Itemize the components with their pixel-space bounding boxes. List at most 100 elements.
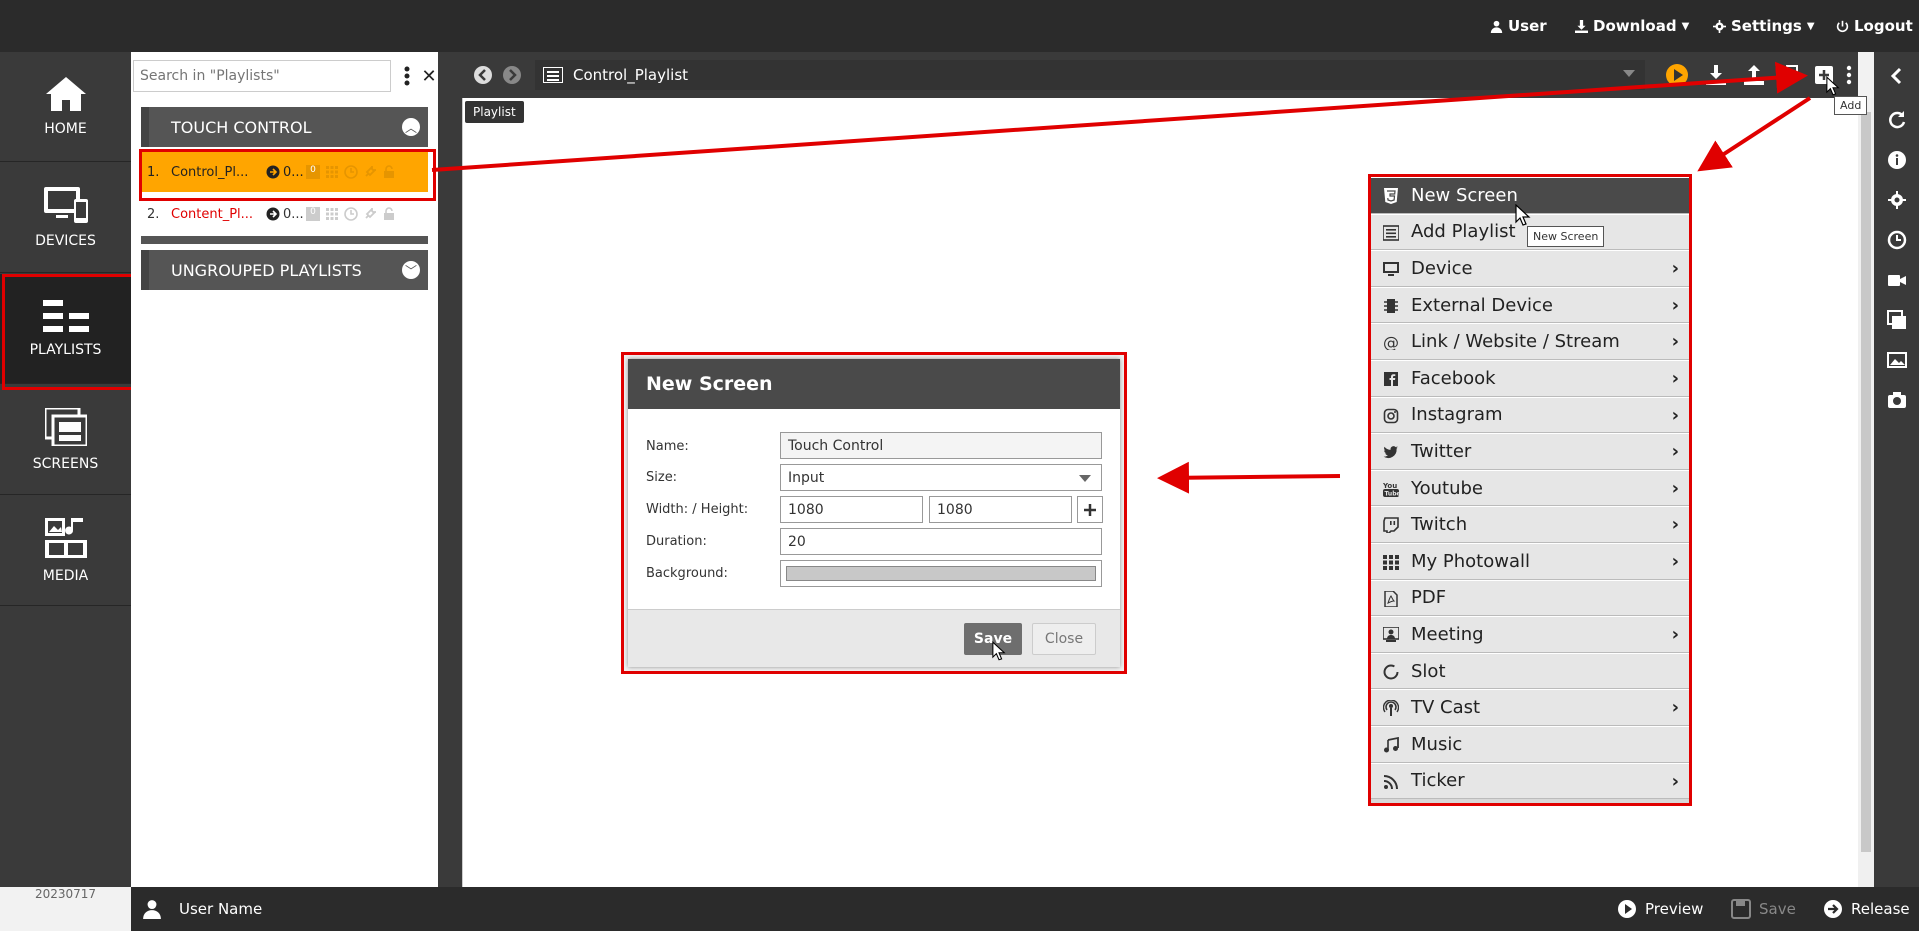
width-field[interactable]: 1080 bbox=[780, 496, 923, 523]
background-color-picker[interactable] bbox=[780, 560, 1102, 587]
save-button[interactable]: Save bbox=[1731, 887, 1796, 931]
search-options-icon[interactable] bbox=[396, 60, 418, 92]
unlock-icon[interactable] bbox=[382, 165, 396, 179]
logout-button[interactable]: Logout bbox=[1836, 0, 1913, 52]
menu-item-device[interactable]: Device › bbox=[1371, 250, 1689, 287]
chevron-right-icon: › bbox=[1671, 624, 1679, 646]
menu-item-facebook[interactable]: Facebook › bbox=[1371, 359, 1689, 397]
home-icon bbox=[45, 76, 86, 111]
menu-item-my-photowall[interactable]: My Photowall › bbox=[1371, 542, 1689, 580]
playlist-row[interactable]: 1. Control_Pl... 0... 0 bbox=[139, 149, 436, 201]
search-clear-icon[interactable]: ✕ bbox=[419, 60, 439, 92]
plug-icon[interactable] bbox=[363, 207, 377, 221]
release-button[interactable]: Release bbox=[1823, 887, 1910, 931]
chevron-down-icon[interactable]: ﹀ bbox=[402, 261, 420, 279]
nav-home[interactable]: HOME bbox=[0, 52, 131, 162]
scrollbar-thumb[interactable] bbox=[1861, 112, 1871, 852]
height-field[interactable]: 1080 bbox=[929, 496, 1072, 523]
editor-scrollbar[interactable] bbox=[1858, 98, 1874, 887]
caret-down-icon bbox=[1623, 70, 1635, 77]
top-bar: User Download ▼ Settings ▼ Logout bbox=[0, 0, 1919, 52]
import-button[interactable] bbox=[1702, 60, 1730, 90]
back-button[interactable] bbox=[469, 60, 497, 90]
menu-item-music[interactable]: Music bbox=[1371, 725, 1689, 763]
preview-button[interactable]: Preview bbox=[1617, 887, 1703, 931]
list-icon bbox=[1383, 224, 1399, 241]
menu-item-twitch[interactable]: Twitch › bbox=[1371, 506, 1689, 543]
caret-down-icon bbox=[1079, 475, 1091, 482]
menu-item-youtube[interactable]: You Tube Youtube › bbox=[1371, 469, 1689, 507]
image-icon[interactable] bbox=[1887, 350, 1907, 370]
background-color-swatch bbox=[786, 566, 1096, 581]
count-badge: 0 bbox=[306, 207, 320, 221]
youtube-icon: YouTube bbox=[1383, 482, 1399, 497]
nav-playlists[interactable]: PLAYLISTS bbox=[0, 274, 135, 390]
group-touch-control[interactable]: TOUCH CONTROL ︿ bbox=[141, 107, 428, 147]
menu-item-slot[interactable]: Slot bbox=[1371, 652, 1689, 690]
refresh-icon[interactable] bbox=[1887, 110, 1907, 130]
settings-menu[interactable]: Settings ▼ bbox=[1713, 0, 1815, 52]
menu-item-tv-cast[interactable]: TV Cast › bbox=[1371, 689, 1689, 726]
count-badge: 0 bbox=[306, 165, 320, 179]
name-field[interactable]: Touch Control bbox=[780, 432, 1102, 459]
menu-item-label: External Device bbox=[1411, 294, 1553, 316]
nav-screens[interactable]: SCREENS bbox=[0, 385, 131, 495]
chip-icon bbox=[1384, 298, 1398, 313]
gear-icon[interactable] bbox=[1887, 190, 1907, 210]
video-icon[interactable] bbox=[1887, 270, 1907, 290]
menu-item-label: Music bbox=[1411, 733, 1463, 755]
menu-item-instagram[interactable]: Instagram › bbox=[1371, 396, 1689, 434]
clock-icon[interactable] bbox=[1887, 230, 1907, 250]
playlist-search-input[interactable] bbox=[133, 60, 391, 92]
caret-down-icon: ▼ bbox=[1681, 20, 1690, 32]
menu-item-ticker[interactable]: Ticker › bbox=[1371, 762, 1689, 800]
add-size-button[interactable] bbox=[1077, 496, 1103, 523]
gear-icon bbox=[1713, 19, 1726, 33]
more-options-icon[interactable] bbox=[1841, 60, 1857, 90]
clock-icon[interactable] bbox=[344, 207, 358, 221]
bottom-bar: User Name Preview Save Release bbox=[131, 887, 1919, 931]
chevron-up-icon[interactable]: ︿ bbox=[402, 118, 420, 136]
info-icon[interactable] bbox=[1887, 150, 1907, 170]
row-name: Control_Pl... bbox=[171, 164, 249, 180]
slot-icon bbox=[1383, 664, 1399, 680]
forward-button[interactable] bbox=[498, 60, 526, 90]
instagram-icon bbox=[1383, 408, 1399, 423]
download-menu[interactable]: Download ▼ bbox=[1575, 0, 1689, 52]
group-title: TOUCH CONTROL bbox=[171, 117, 312, 137]
nav-media-label: MEDIA bbox=[42, 567, 89, 584]
chevron-right-icon: › bbox=[1671, 404, 1679, 426]
dialog-close-button[interactable]: Close bbox=[1032, 623, 1096, 655]
menu-item-twitter[interactable]: Twitter › bbox=[1371, 433, 1689, 470]
menu-item-label: Youtube bbox=[1411, 477, 1483, 499]
unlock-icon[interactable] bbox=[382, 207, 396, 221]
duration-label: Duration: bbox=[646, 534, 707, 549]
chevron-right-icon: › bbox=[1671, 441, 1679, 463]
chevron-right-icon: › bbox=[1671, 697, 1679, 719]
nav-devices[interactable]: DEVICES bbox=[0, 163, 131, 273]
menu-item-meeting[interactable]: Meeting › bbox=[1371, 616, 1689, 653]
size-select[interactable]: Input bbox=[780, 464, 1102, 491]
menu-item-pdf[interactable]: PDF bbox=[1371, 579, 1689, 617]
menu-item-external-device[interactable]: External Device › bbox=[1371, 286, 1689, 324]
menu-item-label: Device bbox=[1411, 257, 1473, 279]
grid-icon[interactable] bbox=[325, 165, 339, 179]
copy-button[interactable] bbox=[1776, 60, 1804, 90]
play-circle-icon bbox=[1666, 64, 1688, 86]
duration-field[interactable]: 20 bbox=[780, 528, 1102, 555]
group-ungrouped-playlists[interactable]: UNGROUPED PLAYLISTS ﹀ bbox=[141, 250, 428, 290]
screens-icon[interactable] bbox=[1887, 310, 1907, 330]
plug-icon[interactable] bbox=[363, 165, 377, 179]
clock-icon[interactable] bbox=[344, 165, 358, 179]
user-menu[interactable]: User bbox=[1490, 0, 1547, 52]
playlist-row[interactable]: 2. Content_Pl... 0... 0 bbox=[141, 194, 428, 234]
menu-item-label: Meeting bbox=[1411, 623, 1484, 645]
camera-icon[interactable] bbox=[1887, 390, 1907, 410]
export-button[interactable] bbox=[1740, 60, 1768, 90]
nav-media[interactable]: MEDIA bbox=[0, 496, 131, 606]
playlist-select[interactable]: Control_Playlist bbox=[535, 60, 1645, 90]
grid-icon[interactable] bbox=[325, 207, 339, 221]
play-button[interactable] bbox=[1663, 60, 1691, 90]
chevron-left-icon[interactable] bbox=[1887, 66, 1907, 86]
menu-item-link-website-stream[interactable]: @ Link / Website / Stream › bbox=[1371, 323, 1689, 360]
